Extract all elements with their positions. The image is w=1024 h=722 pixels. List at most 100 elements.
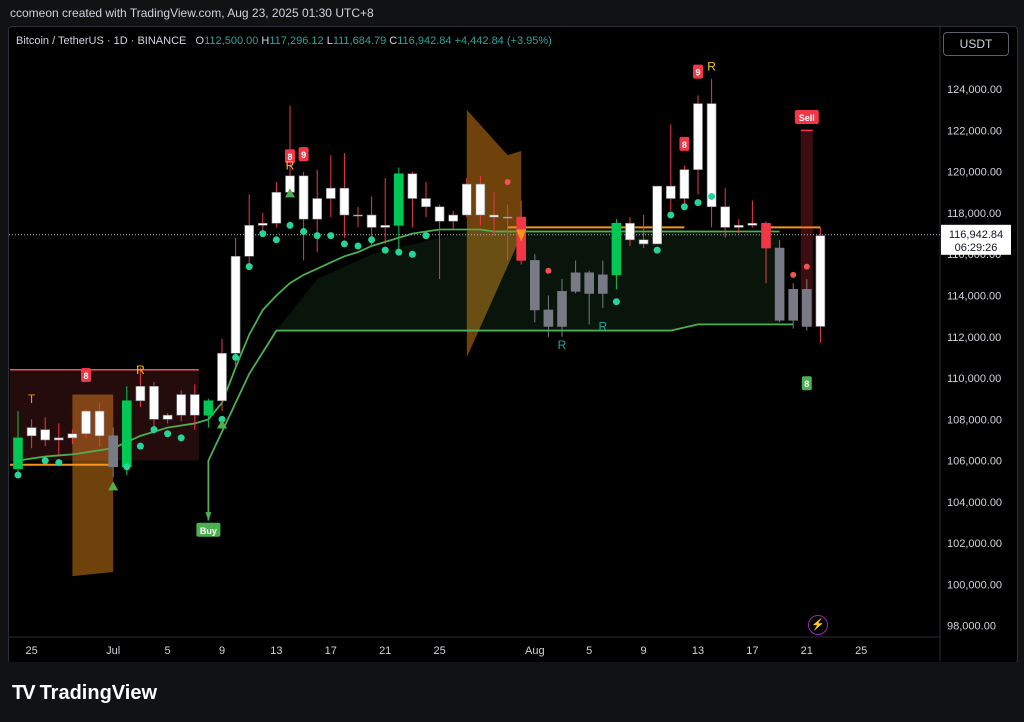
candle-body [693,103,703,170]
signal-dot-green [259,230,267,238]
candle-body [244,225,254,257]
x-tick-label: 21 [801,645,813,657]
signal-dot-green [653,246,661,254]
signal-dot-green [245,263,253,271]
candle-body [257,222,268,226]
candle-body [761,222,771,249]
candle-body [67,433,78,439]
candle-body [679,169,690,199]
candle-body [475,183,486,216]
candle-body [489,214,499,218]
x-tick-label: 9 [219,645,225,657]
candle-body [81,410,91,435]
sell-label: Sell [799,113,815,123]
candle-body [801,289,812,327]
candle-body [652,185,663,245]
candle-body [271,192,282,224]
y-tick-label: 118,000.00 [947,208,1001,220]
candle-body [108,435,118,468]
count-badge: 9 [301,150,306,160]
x-tick-label: 13 [270,645,282,657]
candle-body [298,175,309,220]
y-tick-label: 110,000.00 [947,373,1001,385]
change-value: +4,442.84 (+3.95%) [454,35,552,47]
lightning-icon[interactable]: ⚡ [808,615,828,635]
candle-body [434,206,445,222]
signal-dot-green [164,430,172,438]
candle-body [747,222,758,226]
x-tick-label: 25 [433,645,445,657]
candle-body [448,214,459,222]
y-tick-label: 100,000.00 [947,579,1002,591]
y-tick-label: 108,000.00 [947,414,1002,426]
candle-body [706,103,717,208]
signal-dot-green [354,242,362,250]
signal-dot-green [368,236,376,244]
candle-body [217,352,227,402]
price-chart[interactable]: 124,000.00 122,000.00 120,000.00 118,000.00… [0,0,1024,722]
currency-button[interactable]: USDT [943,32,1009,56]
low-value: 111,684.79 [332,35,387,47]
candle-body [162,414,173,420]
candle-body [584,272,595,294]
signal-dot-red [803,263,810,270]
candle-body [94,410,105,437]
candle-body [203,400,214,416]
signal-dot-green [136,442,144,450]
candle-body [380,225,391,228]
buy-label: Buy [200,526,217,536]
r-label: R [286,159,295,173]
candle-body [407,173,418,199]
r-label: R [558,338,567,352]
brand-name: TradingView [39,682,158,704]
candle-body [597,274,608,294]
candle-body [543,309,554,327]
count-badge: 8 [804,379,809,389]
candle-body [611,222,622,276]
signal-dot-green [694,199,702,207]
tradingview-logo-icon: TV [12,682,36,704]
signal-dot-green [708,192,716,200]
x-tick-label: 5 [586,645,592,657]
x-tick-label: 17 [746,645,758,657]
candle-body [625,222,635,241]
candle-body [13,437,23,470]
signal-dot-green [422,232,430,240]
candle-body [353,214,363,217]
candle-body [720,206,731,228]
candle-body [570,272,581,292]
candle-body [557,291,567,327]
candle-body [325,187,336,199]
t-label: T [28,392,36,406]
buy-pointer [205,512,212,521]
x-tick-label: 5 [165,645,171,657]
signal-dot-green [150,426,158,434]
x-tick-label: 21 [379,645,391,657]
x-tick-label: 9 [641,645,647,657]
signal-dot-green [667,211,675,219]
candle-body [815,235,826,327]
count-badge: 8 [83,371,88,381]
candle-body [421,198,431,208]
brand: TV TradingView [12,682,157,705]
signal-dot-green [232,353,240,361]
open-label: O [195,35,205,47]
candle-body [312,198,323,220]
close-value: 116,942.84 [397,35,452,47]
candle-body [122,400,132,468]
signal-dot-green [612,298,620,306]
signal-dot-green [177,434,185,442]
x-tick-label: 13 [692,645,704,657]
signal-dot-green [41,457,49,465]
green-zone [276,229,780,331]
y-tick-label: 98,000.00 [947,621,996,633]
signal-dot-green [123,463,131,471]
open-value: 112,500.00 [204,35,259,47]
signal-dot-green [300,228,308,236]
x-tick-label: 25 [855,645,867,657]
candle-body [393,173,404,226]
x-tick-label: Jul [106,645,120,657]
candle-body [733,225,744,228]
countdown-value: 06:29:26 [955,242,998,254]
candle-body [366,214,377,228]
